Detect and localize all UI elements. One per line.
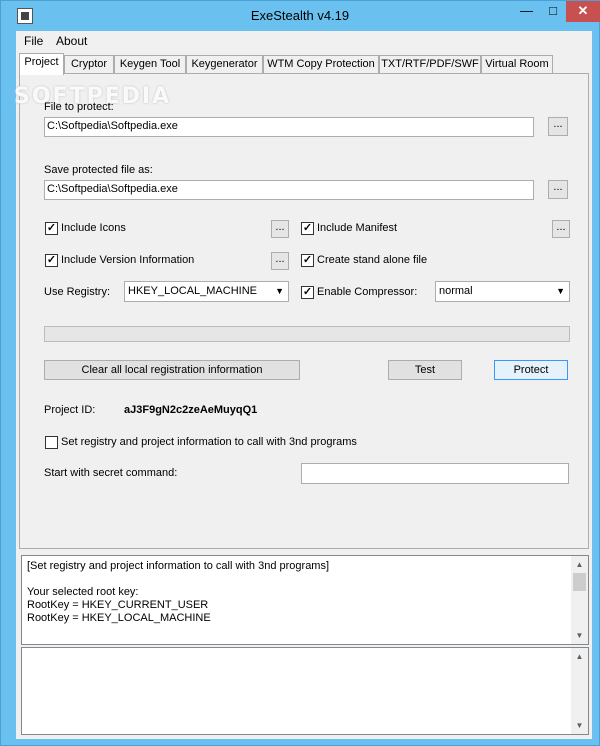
log-line: RootKey = HKEY_CURRENT_USER [27,599,209,611]
tab-keygenerator[interactable]: Keygenerator [186,55,263,74]
log-output[interactable]: [Set registry and project information to… [21,555,589,645]
scroll-up-icon[interactable]: ▲ [571,648,588,665]
standalone-checkbox[interactable]: ✓ [301,254,314,267]
project-page: SOFTPEDIA File to protect: C:\Softpedia\… [14,73,589,549]
enable-compressor-label: Enable Compressor: [317,286,418,298]
include-version-checkbox[interactable]: ✓ [45,254,58,267]
menu-file[interactable]: File [24,34,43,48]
secondary-scrollbar[interactable]: ▲ ▼ [571,648,588,734]
tab-strip: Project Cryptor Keygen Tool Keygenerator… [19,53,589,75]
chevron-down-icon: ▼ [556,286,565,296]
version-browse-button[interactable]: ... [271,252,289,270]
manifest-browse-button[interactable]: ... [552,220,570,238]
clear-registration-button[interactable]: Clear all local registration information [44,360,300,380]
secondary-output[interactable]: ▲ ▼ [21,647,589,735]
compressor-select[interactable]: normal ▼ [435,281,570,302]
include-icons-label: Include Icons [61,222,126,234]
project-id-value: aJ3F9gN2c2zeAeMuyqQ1 [124,404,258,416]
title-bar[interactable]: ExeStealth v4.19 — □ ✕ [1,1,600,31]
compressor-select-value: normal [439,285,473,297]
enable-compressor-checkbox[interactable]: ✓ [301,286,314,299]
browse-save-button[interactable]: ... [548,180,568,199]
tab-project[interactable]: Project [19,53,64,75]
menu-about[interactable]: About [56,34,87,48]
save-as-label: Save protected file as: [44,164,153,176]
registry-select[interactable]: HKEY_LOCAL_MACHINE ▼ [124,281,289,302]
log-line: [Set registry and project information to… [27,560,330,572]
project-id-label: Project ID: [44,404,96,416]
log-line: RootKey = HKEY_LOCAL_MACHINE [27,612,211,624]
secret-command-input[interactable] [301,463,569,484]
menu-bar: File About [16,31,592,51]
log-line: Your selected root key: [27,586,139,598]
icons-browse-button[interactable]: ... [271,220,289,238]
standalone-label: Create stand alone file [317,254,428,266]
chevron-down-icon: ▼ [275,286,284,296]
save-as-input[interactable]: C:\Softpedia\Softpedia.exe [44,180,534,200]
include-icons-checkbox[interactable]: ✓ [45,222,58,235]
set-registry-checkbox[interactable] [45,436,58,449]
set-registry-label: Set registry and project information to … [61,436,357,448]
include-version-label: Include Version Information [61,254,195,266]
progress-bar [44,326,570,342]
registry-select-value: HKEY_LOCAL_MACHINE [128,285,257,297]
scroll-down-icon[interactable]: ▼ [571,627,588,644]
include-manifest-checkbox[interactable]: ✓ [301,222,314,235]
browse-file-button[interactable]: ... [548,117,568,136]
tab-cryptor[interactable]: Cryptor [64,55,114,74]
test-button[interactable]: Test [388,360,462,380]
client-area: File About Project Cryptor Keygen Tool K… [14,31,592,739]
file-to-protect-label: File to protect: [44,101,114,113]
minimize-button[interactable]: — [513,1,540,22]
maximize-button[interactable]: □ [540,1,566,22]
use-registry-label: Use Registry: [44,286,111,298]
app-window: ExeStealth v4.19 — □ ✕ File About Projec… [0,0,600,746]
tab-wtm-copy-protection[interactable]: WTM Copy Protection [263,55,379,74]
tab-txt-rtf-pdf-swf[interactable]: TXT/RTF/PDF/SWF [379,55,481,74]
tab-virtual-room[interactable]: Virtual Room [481,55,553,74]
scroll-down-icon[interactable]: ▼ [571,717,588,734]
close-button[interactable]: ✕ [566,1,600,22]
log-scrollbar[interactable]: ▲ ▼ [571,556,588,644]
secret-command-label: Start with secret command: [44,467,178,479]
protect-button[interactable]: Protect [494,360,568,380]
scroll-up-icon[interactable]: ▲ [571,556,588,573]
tab-keygen-tool[interactable]: Keygen Tool [114,55,186,74]
scroll-thumb[interactable] [573,573,586,591]
file-to-protect-input[interactable]: C:\Softpedia\Softpedia.exe [44,117,534,137]
include-manifest-label: Include Manifest [317,222,398,234]
window-title: ExeStealth v4.19 [250,8,350,23]
